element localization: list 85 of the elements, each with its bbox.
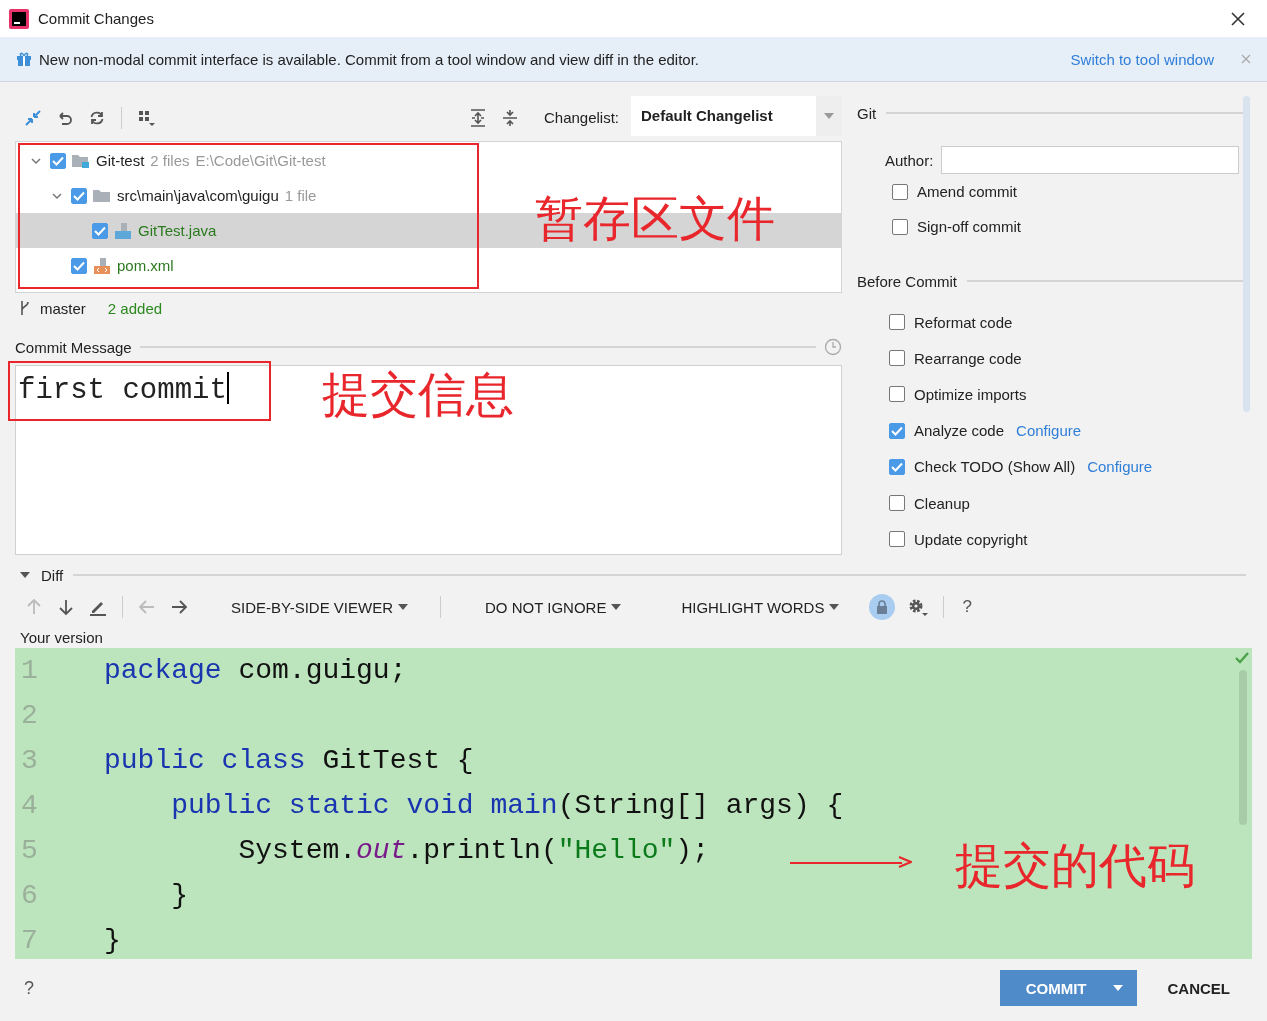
- tree-item-name: src\main\java\com\guigu: [117, 187, 279, 204]
- editor-caption: Your version: [19, 627, 104, 648]
- option-label: Update copyright: [914, 530, 1028, 548]
- scrollbar[interactable]: [1243, 96, 1250, 412]
- window-title: Commit Changes: [38, 10, 155, 27]
- tree-item-name: Git-test: [96, 152, 145, 169]
- checkbox[interactable]: [889, 350, 905, 367]
- code-line: }: [170, 880, 188, 911]
- viewer-dropdown[interactable]: DO NOT IGNORE: [485, 598, 622, 616]
- module-path: E:\Code\Git\Git-test: [195, 152, 326, 169]
- file-count: 2 files: [150, 152, 190, 169]
- branch-name: master: [40, 299, 86, 317]
- tree-row[interactable]: pom.xml: [16, 248, 841, 283]
- caret-icon: [1112, 985, 1123, 991]
- annotation-label: 提交的代码: [955, 841, 1195, 889]
- option-label: Analyze code: [914, 422, 1005, 440]
- option-label: Optimize imports: [914, 385, 1027, 403]
- commit-button[interactable]: COMMIT: [999, 970, 1137, 1006]
- checkbox[interactable]: [889, 386, 905, 403]
- switch-link[interactable]: Switch to tool window: [1070, 50, 1214, 68]
- change-summary: 2 added: [107, 299, 163, 317]
- java-file-icon: [114, 221, 132, 240]
- code-line: }: [104, 925, 121, 956]
- banner-message: New non-modal commit interface is available. Commit from a tool window and view diff in the editor.: [39, 50, 700, 68]
- viewer-dropdown[interactable]: HIGHLIGHT WORDS: [681, 598, 840, 616]
- configure-link[interactable]: Configure: [1016, 422, 1082, 440]
- tree-item-name: GitTest.java: [138, 222, 217, 239]
- checkbox[interactable]: [889, 495, 905, 512]
- checkbox[interactable]: [889, 422, 905, 439]
- code-line: public class GitTest {: [104, 745, 474, 776]
- caret-icon: [824, 112, 834, 119]
- author-label: Author:: [885, 151, 934, 169]
- option-label: Cleanup: [914, 494, 970, 512]
- gift-icon: [16, 51, 32, 67]
- branch-icon: [18, 300, 32, 316]
- checkbox[interactable]: [892, 218, 908, 235]
- configure-link[interactable]: Configure: [1087, 458, 1153, 476]
- checkbox[interactable]: [892, 183, 908, 200]
- module-folder-icon: [72, 152, 90, 169]
- checkbox[interactable]: [50, 152, 66, 169]
- checkbox[interactable]: [889, 458, 905, 475]
- caret-icon: [398, 604, 408, 610]
- tree-item-name: pom.xml: [117, 257, 174, 274]
- close-icon[interactable]: [1231, 11, 1245, 26]
- app-icon: [9, 8, 29, 29]
- section-title: Before Commit: [857, 272, 958, 290]
- option-label: Rearrange code: [914, 349, 1022, 367]
- checkbox[interactable]: [92, 222, 108, 239]
- help-button[interactable]: ?: [958, 597, 976, 617]
- lock-toggle[interactable]: [869, 594, 896, 620]
- message-text: first commit: [18, 374, 227, 407]
- move-icon[interactable]: [23, 107, 43, 128]
- file-count: 1 file: [284, 187, 317, 204]
- option-label: Sign-off commit: [917, 218, 1021, 235]
- section-title: Diff: [41, 566, 64, 584]
- changelist-label: Changelist:: [543, 109, 619, 126]
- checkbox[interactable]: [889, 314, 905, 331]
- option-label: Check TODO (Show All): [914, 458, 1076, 476]
- code-line: System.out.println("Hello");: [237, 835, 709, 866]
- code-line: public static void main(String[] args) {: [170, 790, 844, 821]
- option-label: Reformat code: [914, 313, 1013, 331]
- down-arrow-icon[interactable]: [56, 597, 76, 617]
- cancel-button[interactable]: CANCEL: [1167, 979, 1230, 997]
- checkbox[interactable]: [71, 257, 87, 274]
- lock-icon: [876, 600, 889, 614]
- settings-icon[interactable]: [907, 597, 930, 617]
- annotation-label: 提交信息: [322, 370, 514, 418]
- help-button[interactable]: ?: [24, 977, 34, 999]
- checkbox[interactable]: [889, 531, 905, 548]
- caret-icon: [829, 604, 840, 610]
- tree-row[interactable]: Git-test 2 files E:\Code\Git\Git-test: [16, 143, 841, 178]
- folder-icon: [93, 187, 111, 204]
- code-line: package com.guigu;: [104, 655, 407, 686]
- author-field[interactable]: [941, 146, 1240, 174]
- collapse-triangle-icon[interactable]: [19, 570, 31, 580]
- section-title: Git: [857, 104, 877, 122]
- changelist-dropdown[interactable]: Default Changelist: [631, 95, 842, 136]
- section-title: Commit Message: [15, 338, 132, 356]
- check-icon: [1235, 652, 1249, 664]
- xml-file-icon: [93, 256, 111, 275]
- checkbox[interactable]: [71, 187, 87, 204]
- option-label: Amend commit: [917, 183, 1018, 200]
- scrollbar[interactable]: [1239, 670, 1247, 825]
- viewer-dropdown[interactable]: SIDE-BY-SIDE VIEWER: [231, 598, 408, 616]
- caret-icon: [611, 604, 622, 610]
